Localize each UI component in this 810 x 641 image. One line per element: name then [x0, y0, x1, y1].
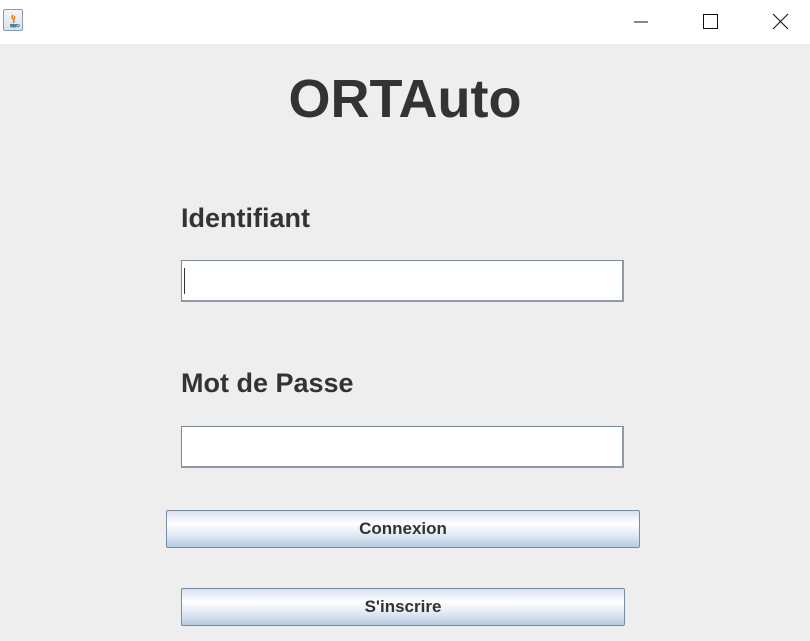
- password-input[interactable]: [181, 426, 624, 468]
- title-bar[interactable]: [0, 0, 810, 44]
- java-cup-icon[interactable]: [3, 9, 23, 31]
- app-title: ORTAuto: [288, 69, 522, 129]
- minimize-icon: [634, 21, 648, 23]
- minimize-button[interactable]: [617, 0, 663, 44]
- maximize-icon: [703, 14, 718, 29]
- username-label: Identifiant: [181, 203, 310, 233]
- register-button[interactable]: S'inscrire: [181, 588, 625, 626]
- password-label: Mot de Passe: [181, 368, 354, 398]
- maximize-button[interactable]: [686, 0, 732, 44]
- close-button[interactable]: [757, 0, 803, 44]
- close-icon: [772, 13, 789, 30]
- username-input[interactable]: [181, 260, 624, 302]
- login-button[interactable]: Connexion: [166, 510, 640, 548]
- text-caret: [184, 268, 185, 294]
